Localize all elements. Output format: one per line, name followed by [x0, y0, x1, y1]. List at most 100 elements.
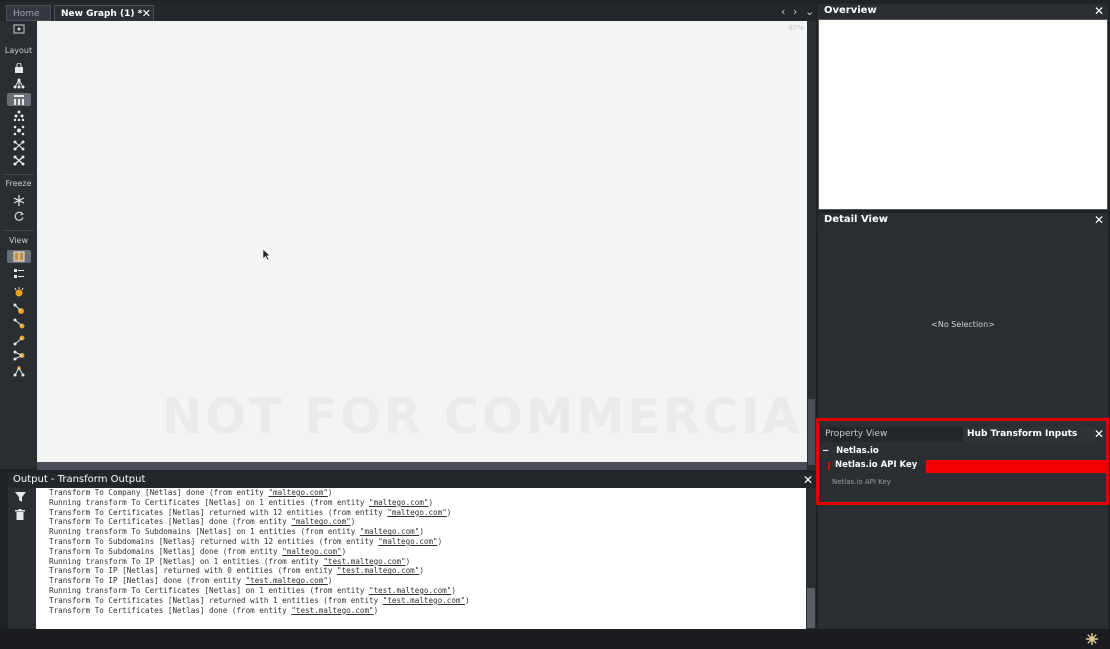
- api-key-input[interactable]: [926, 460, 1106, 473]
- log-line-text: Transform To Certificates [Netlas] done …: [49, 517, 292, 527]
- overview-canvas[interactable]: [818, 19, 1108, 210]
- no-selection-text: <No Selection>: [931, 320, 995, 329]
- output-toolbar: [8, 488, 36, 629]
- output-log[interactable]: Transform To Company [Netlas] done (from…: [36, 488, 806, 629]
- entity-link[interactable]: "test.maltego.com": [323, 557, 405, 566]
- entity-link[interactable]: "maltego.com": [360, 527, 419, 536]
- log-line: Transform To Subdomains [Netlas] returne…: [49, 537, 806, 547]
- trash-icon[interactable]: [15, 509, 25, 520]
- entity-link[interactable]: "test.maltego.com": [383, 596, 465, 605]
- filter-icon[interactable]: [15, 492, 26, 502]
- log-line: Transform To Certificates [Netlas] done …: [49, 606, 806, 616]
- tab-home[interactable]: Home: [6, 5, 51, 21]
- log-line-tail: ): [341, 546, 347, 556]
- log-line-text: Transform To Subdomains [Netlas] returne…: [49, 536, 379, 546]
- entity-link[interactable]: "maltego.com": [378, 537, 437, 546]
- entity-link[interactable]: "test.maltego.com": [246, 576, 328, 585]
- hub-transform-inputs-panel: Property View Hub Transform Inputs ✕ − N…: [816, 418, 1109, 505]
- tab-new-graph[interactable]: New Graph (1) * ✕: [54, 5, 154, 21]
- organic-layout-button[interactable]: [7, 124, 31, 137]
- log-line-text: Transform To Certificates [Netlas] retur…: [49, 595, 383, 605]
- close-icon[interactable]: ✕: [142, 6, 151, 22]
- tab-property-view[interactable]: Property View: [821, 427, 963, 442]
- ranked-icon: [13, 303, 24, 314]
- chevron-down-icon[interactable]: ⌄: [805, 5, 814, 18]
- chevron-left-icon[interactable]: ‹: [781, 5, 785, 18]
- tree-icon: [13, 366, 25, 377]
- freeze-button[interactable]: [7, 194, 31, 207]
- view-section-label: View: [9, 236, 28, 245]
- entity-link[interactable]: "maltego.com": [387, 508, 446, 517]
- lock-layout-button[interactable]: [7, 61, 31, 74]
- watermark: NOT FOR COMMERCIAL USE: [162, 389, 807, 445]
- output-scrollbar[interactable]: [806, 488, 816, 629]
- document-tab-bar: Home New Graph (1) * ✕ ‹ › ⌄: [0, 2, 816, 21]
- graph-canvas[interactable]: 80% NOT FOR COMMERCIAL USE: [37, 21, 807, 462]
- hierarchical-layout-button[interactable]: [7, 93, 31, 106]
- link-view-button[interactable]: [7, 317, 31, 330]
- close-icon[interactable]: ✕: [803, 473, 813, 487]
- main-view-button[interactable]: [7, 250, 31, 263]
- property-group-netlas[interactable]: − Netlas.io: [822, 446, 879, 456]
- collapse-icon[interactable]: −: [822, 446, 829, 456]
- refresh-button[interactable]: [7, 210, 31, 223]
- incoming-view-button[interactable]: [7, 334, 31, 347]
- block-layout-button[interactable]: [7, 77, 31, 90]
- interactive-layout-button[interactable]: [7, 154, 31, 167]
- required-marker: [828, 462, 830, 470]
- log-line: Running transform To Certificates [Netla…: [49, 498, 806, 508]
- api-key-label: Netlas.io API Key: [835, 460, 918, 470]
- close-icon[interactable]: ✕: [1094, 427, 1104, 441]
- log-line: Transform To Subdomains [Netlas] done (f…: [49, 547, 806, 557]
- circular-layout-button[interactable]: [7, 139, 31, 152]
- chevron-right-icon[interactable]: ›: [793, 5, 797, 18]
- log-line: Transform To Certificates [Netlas] retur…: [49, 508, 806, 518]
- log-line: Transform To IP [Netlas] returned with 0…: [49, 566, 806, 576]
- select-all-button[interactable]: [7, 22, 31, 35]
- organic-icon: [13, 125, 25, 136]
- log-line-text: Transform To Company [Netlas] done (from…: [49, 488, 269, 497]
- entity-list-button[interactable]: [7, 267, 31, 280]
- entity-link[interactable]: "maltego.com": [291, 517, 350, 526]
- entity-link[interactable]: "maltego.com": [282, 547, 341, 556]
- log-line-tail: ): [451, 585, 456, 595]
- hierarchy-icon: [14, 95, 24, 105]
- log-line-text: Transform To Certificates [Netlas] done …: [49, 605, 292, 615]
- maltego-window: Home New Graph (1) * ✕ ‹ › ⌄ Layout Free…: [0, 0, 1110, 649]
- bubble-view-button[interactable]: [7, 286, 31, 299]
- status-bar: [0, 629, 1110, 649]
- log-line-tail: ): [428, 497, 434, 507]
- scrollbar-thumb[interactable]: [808, 399, 815, 465]
- lock-icon: [15, 62, 23, 73]
- log-line-text: Running transform To Subdomains [Netlas]…: [49, 527, 360, 537]
- close-icon[interactable]: ✕: [1094, 4, 1104, 18]
- centrality-layout-button[interactable]: [7, 109, 31, 122]
- entity-link[interactable]: "test.maltego.com": [291, 606, 373, 615]
- tree-layout-icon: [13, 78, 25, 89]
- ranked-view-button[interactable]: [7, 302, 31, 315]
- list-icon: [14, 269, 24, 278]
- entity-link[interactable]: "test.maltego.com": [369, 586, 451, 595]
- entity-link[interactable]: "maltego.com": [369, 498, 428, 507]
- vertical-scrollbar[interactable]: [807, 21, 816, 470]
- horizontal-scrollbar[interactable]: [37, 462, 807, 470]
- tab-hub-transform-inputs[interactable]: Hub Transform Inputs: [963, 427, 1096, 442]
- log-line-tail: ): [437, 536, 443, 546]
- log-line: Transform To Company [Netlas] done (from…: [49, 488, 806, 498]
- mouse-cursor-icon: [262, 248, 271, 261]
- outgoing-view-button[interactable]: [7, 349, 31, 362]
- overview-panel-title: Overview: [824, 5, 877, 16]
- log-line-tail: ): [373, 605, 379, 615]
- tree-view-button[interactable]: [7, 365, 31, 378]
- entity-link[interactable]: "test.maltego.com": [337, 566, 419, 575]
- freeze-section-label: Freeze: [5, 179, 32, 188]
- scrollbar-thumb[interactable]: [807, 588, 815, 628]
- gear-icon[interactable]: [1086, 633, 1098, 645]
- bubble-icon: [14, 287, 24, 297]
- close-icon[interactable]: ✕: [1094, 213, 1104, 227]
- log-line-text: Transform To IP [Netlas] returned with 0…: [49, 566, 338, 576]
- incoming-icon: [13, 335, 25, 346]
- entity-link[interactable]: "maltego.com": [268, 488, 327, 497]
- link-ranked-icon: [13, 318, 25, 329]
- output-panel-title: Output - Transform Output: [13, 474, 146, 485]
